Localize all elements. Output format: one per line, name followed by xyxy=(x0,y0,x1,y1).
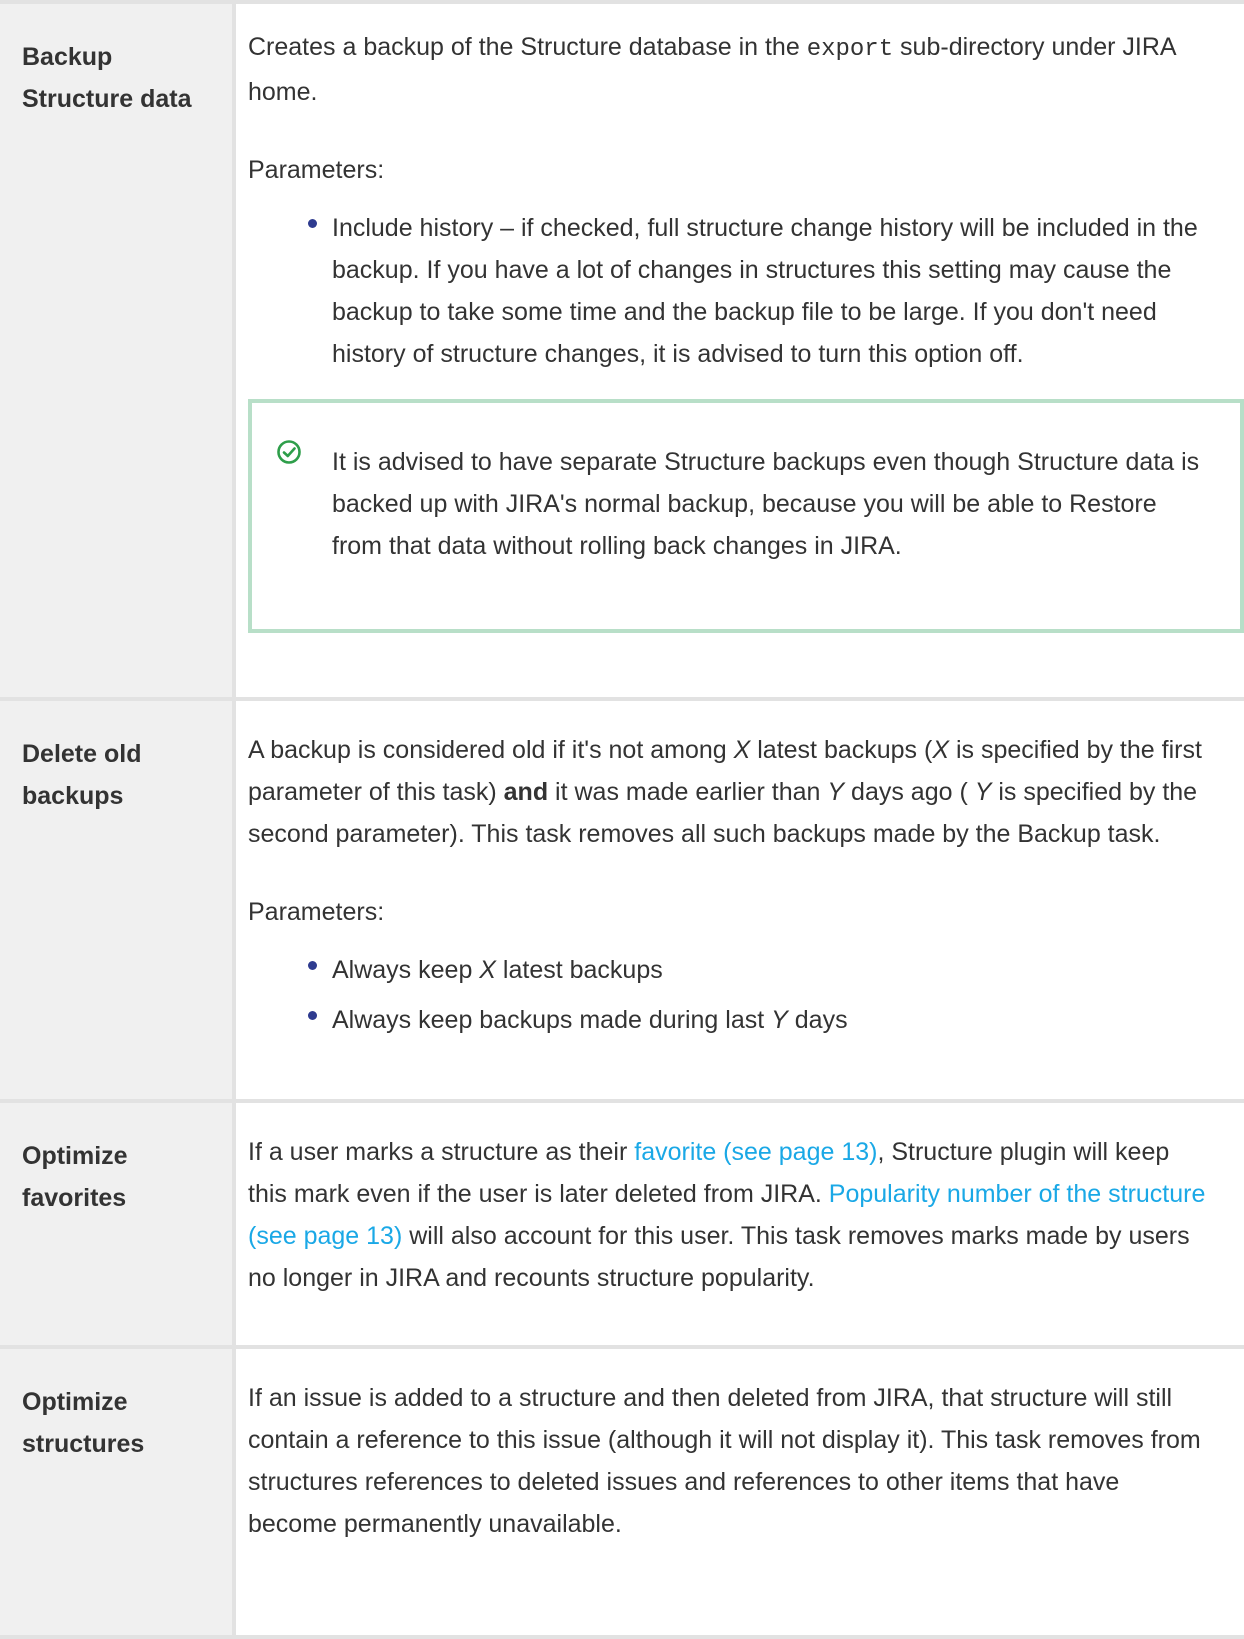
heading-line: structures xyxy=(22,1430,145,1458)
tip-panel: It is advised to have separate Structure… xyxy=(248,399,1244,633)
variable-y: Y xyxy=(974,778,992,806)
variable-y: Y xyxy=(771,1006,788,1034)
variable-y: Y xyxy=(827,778,845,806)
table-row: Delete old backups A backup is considere… xyxy=(0,697,1244,1103)
favorite-link[interactable]: favorite (see page 13) xyxy=(634,1138,877,1166)
row-heading: Delete old backups xyxy=(0,701,232,817)
heading-line: favorites xyxy=(22,1184,127,1212)
variable-x: X xyxy=(932,736,950,764)
code-text: export xyxy=(806,36,894,63)
parameters-list: Always keep X latest backups Always keep… xyxy=(248,949,1214,1041)
row-heading: Backup Structure data xyxy=(0,4,232,120)
variable-x: X xyxy=(479,956,496,984)
heading-line: backups xyxy=(22,782,124,810)
parameters-label: Parameters: xyxy=(248,156,385,184)
row-description: If an issue is added to a structure and … xyxy=(236,1349,1244,1565)
heading-line: Optimize xyxy=(22,1388,128,1416)
row-description-cell: If an issue is added to a structure and … xyxy=(232,1345,1244,1639)
bullet-icon xyxy=(308,1011,317,1020)
heading-line: Backup xyxy=(22,43,113,71)
description-paragraph: Creates a backup of the Structure databa… xyxy=(248,33,1176,106)
check-circle-icon xyxy=(277,440,301,464)
description-paragraph: If an issue is added to a structure and … xyxy=(248,1384,1201,1538)
list-item: Always keep X latest backups xyxy=(308,949,1214,991)
variable-x: X xyxy=(733,736,751,764)
row-description-cell: A backup is considered old if it's not a… xyxy=(232,697,1244,1103)
bullet-icon xyxy=(308,219,317,228)
list-item: Always keep backups made during last Y d… xyxy=(308,999,1214,1041)
row-description: Creates a backup of the Structure databa… xyxy=(236,4,1244,653)
heading-line: Delete old xyxy=(22,740,142,768)
tip-text: It is advised to have separate Structure… xyxy=(332,448,1200,560)
list-item: Include history – if checked, full struc… xyxy=(308,207,1214,375)
table-row: Optimize structures If an issue is added… xyxy=(0,1345,1244,1639)
row-heading-cell: Optimize structures xyxy=(0,1345,236,1639)
heading-line: Structure data xyxy=(22,85,192,113)
row-description-cell: If a user marks a structure as their fav… xyxy=(232,1099,1244,1349)
bullet-icon xyxy=(308,961,317,970)
row-description-cell: Creates a backup of the Structure databa… xyxy=(232,0,1244,701)
parameters-label: Parameters: xyxy=(248,898,385,926)
tasks-table: Backup Structure data Creates a backup o… xyxy=(0,0,1244,1639)
description-paragraph: A backup is considered old if it's not a… xyxy=(248,736,1202,848)
heading-line: Optimize xyxy=(22,1142,128,1170)
row-heading: Optimize favorites xyxy=(0,1103,232,1219)
description-paragraph: If a user marks a structure as their fav… xyxy=(248,1138,1206,1292)
row-description: A backup is considered old if it's not a… xyxy=(236,701,1244,1061)
row-description: If a user marks a structure as their fav… xyxy=(236,1103,1244,1319)
row-heading-cell: Backup Structure data xyxy=(0,0,236,701)
table-row: Backup Structure data Creates a backup o… xyxy=(0,0,1244,701)
row-heading-cell: Delete old backups xyxy=(0,697,236,1103)
parameters-list: Include history – if checked, full struc… xyxy=(248,207,1214,375)
row-heading: Optimize structures xyxy=(0,1349,232,1465)
row-heading-cell: Optimize favorites xyxy=(0,1099,236,1349)
table-row: Optimize favorites If a user marks a str… xyxy=(0,1099,1244,1349)
